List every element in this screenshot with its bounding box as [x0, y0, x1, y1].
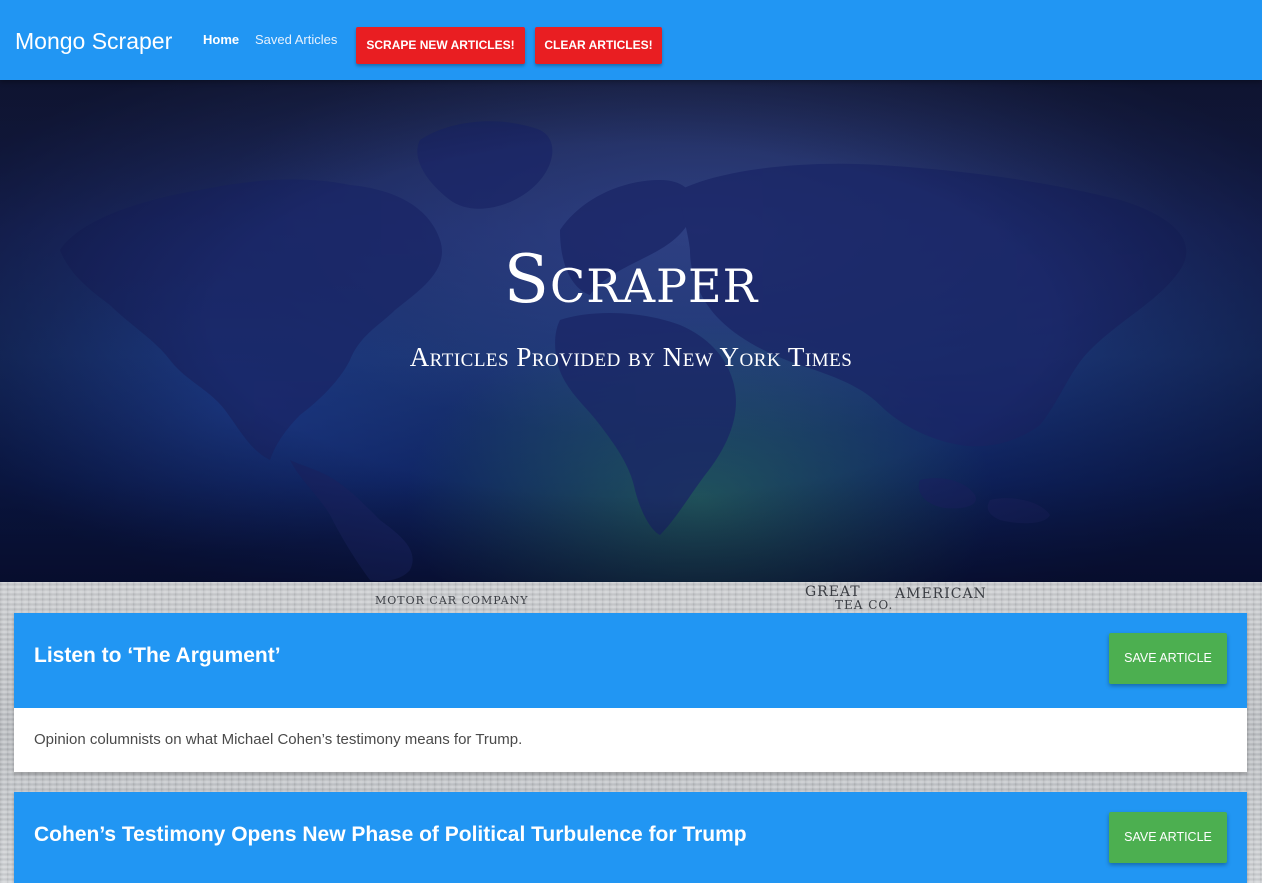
article-card: Listen to ‘The Argument’ SAVE ARTICLE Op…: [14, 613, 1247, 772]
hero-subtitle: Articles Provided by New York Times: [409, 342, 853, 372]
hero-banner: Scraper Articles Provided by New York Ti…: [0, 80, 1262, 582]
save-article-button[interactable]: SAVE ARTICLE: [1109, 633, 1227, 684]
article-title[interactable]: Cohen’s Testimony Opens New Phase of Pol…: [34, 821, 747, 849]
article-card-header: Cohen’s Testimony Opens New Phase of Pol…: [14, 792, 1247, 883]
save-article-button[interactable]: SAVE ARTICLE: [1109, 812, 1227, 863]
nav-link-saved-articles[interactable]: Saved Articles: [255, 31, 337, 49]
hero-vignette: [0, 80, 1262, 582]
article-card-header: Listen to ‘The Argument’ SAVE ARTICLE: [14, 613, 1247, 708]
nav-link-home[interactable]: Home: [203, 31, 239, 49]
top-navbar: Mongo Scraper Home Saved Articles SCRAPE…: [0, 0, 1262, 80]
article-title[interactable]: Listen to ‘The Argument’: [34, 642, 281, 670]
clear-articles-button[interactable]: CLEAR ARTICLES!: [535, 27, 662, 64]
article-summary: Opinion columnists on what Michael Cohen…: [34, 731, 523, 748]
hero-title: Scraper: [503, 241, 759, 318]
paper-text: TEA CO.: [835, 598, 894, 612]
article-card-body: Opinion columnists on what Michael Cohen…: [14, 708, 1247, 772]
paper-text: AMERICAN: [895, 586, 987, 602]
article-card: Cohen’s Testimony Opens New Phase of Pol…: [14, 792, 1247, 883]
paper-text: MOTOR CAR COMPANY: [375, 594, 529, 607]
brand-logo[interactable]: Mongo Scraper: [15, 26, 172, 56]
scrape-new-articles-button[interactable]: SCRAPE NEW ARTICLES!: [356, 27, 525, 64]
